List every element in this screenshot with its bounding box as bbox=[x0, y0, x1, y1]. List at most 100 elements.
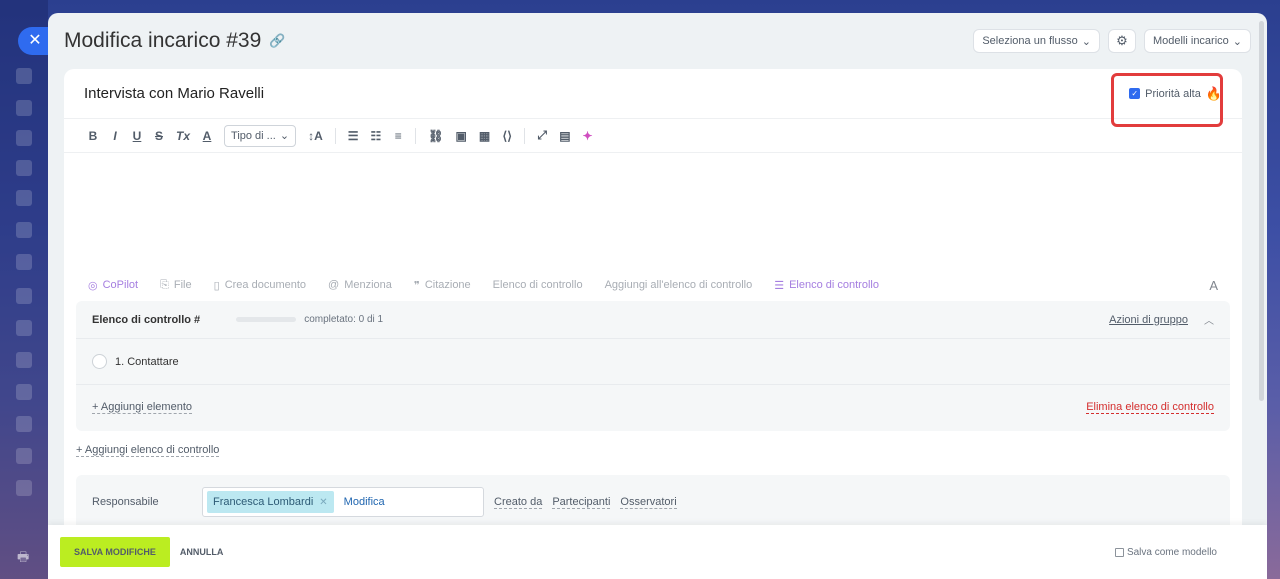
gear-icon: ⚙ bbox=[1116, 33, 1128, 48]
task-edit-slider: Modifica incarico #39 🔗 Seleziona un flu… bbox=[48, 13, 1267, 579]
app-icon[interactable] bbox=[16, 160, 32, 176]
font-type-value: Tipo di ... bbox=[231, 129, 276, 142]
numbered-list-icon[interactable]: ☰ bbox=[348, 129, 359, 143]
menu-icon[interactable] bbox=[16, 68, 32, 84]
bold-button[interactable]: B bbox=[88, 129, 98, 143]
quote-icon: ❞ bbox=[413, 279, 420, 292]
participants-link[interactable]: Partecipanti bbox=[552, 496, 611, 509]
save-as-template-toggle[interactable]: Salva come modello bbox=[1114, 546, 1217, 558]
scrollbar[interactable] bbox=[1259, 21, 1264, 401]
bullet-list-icon[interactable]: ☷ bbox=[371, 129, 382, 143]
clear-format-button[interactable]: Tx bbox=[176, 129, 190, 143]
link-icon[interactable]: 🔗 bbox=[269, 33, 285, 49]
copilot-image-icon[interactable]: ✦ bbox=[583, 129, 593, 143]
image-icon[interactable]: ▣ bbox=[456, 129, 467, 143]
app-icon[interactable] bbox=[16, 288, 32, 304]
flow-select[interactable]: Seleziona un flusso ⌄ bbox=[973, 29, 1100, 53]
app-icon[interactable] bbox=[16, 130, 32, 146]
chevron-up-icon[interactable]: ︿ bbox=[1204, 312, 1214, 327]
checklist-footer: + Aggiungi elemento Elimina elenco di co… bbox=[76, 385, 1230, 429]
file-button[interactable]: ⎘ File bbox=[160, 279, 192, 292]
priority-toggle[interactable]: ✓ Priorità alta 🔥 bbox=[1111, 72, 1224, 127]
strikethrough-button[interactable]: S bbox=[154, 129, 164, 143]
responsible-field[interactable]: Francesca Lombardi ✕ Modifica bbox=[202, 487, 484, 517]
checklist-active-label: Elenco di controllo bbox=[789, 279, 879, 291]
app-icon[interactable] bbox=[16, 100, 32, 116]
settings-button[interactable]: ⚙ bbox=[1107, 29, 1136, 53]
close-icon[interactable]: ✕ bbox=[319, 497, 327, 508]
description-editor[interactable] bbox=[64, 153, 1242, 269]
font-toggle-button[interactable]: A bbox=[1209, 278, 1218, 293]
quote-label: Citazione bbox=[424, 279, 471, 291]
checklist-active-button[interactable]: ☰ Elenco di controllo bbox=[774, 279, 879, 292]
align-icon[interactable]: ≡ bbox=[393, 129, 403, 143]
annotation-highlight bbox=[1111, 72, 1224, 127]
observers-link[interactable]: Osservatori bbox=[620, 496, 677, 509]
responsible-label: Responsabile bbox=[92, 496, 159, 508]
add-to-checklist-button[interactable]: Aggiungi all'elenco di controllo bbox=[605, 279, 753, 291]
mention-button[interactable]: @ Menziona bbox=[328, 279, 392, 291]
checklist-title[interactable]: Elenco di controllo # bbox=[92, 314, 200, 326]
app-icon[interactable] bbox=[16, 448, 32, 464]
group-actions-link[interactable]: Azioni di gruppo bbox=[1109, 314, 1188, 326]
responsible-name: Francesca Lombardi bbox=[213, 496, 314, 508]
people-role-links: Creato da Partecipanti Osservatori bbox=[494, 496, 677, 509]
app-icon[interactable] bbox=[16, 254, 32, 270]
copilot-label: CoPilot bbox=[102, 279, 139, 291]
cancel-button[interactable]: ANNULLA bbox=[180, 547, 224, 557]
code-icon[interactable]: ⟨⟩ bbox=[502, 129, 512, 143]
text-color-button[interactable]: A bbox=[202, 129, 212, 143]
delete-checklist-link[interactable]: Elimina elenco di controllo bbox=[1086, 401, 1214, 414]
checklist-item[interactable]: 1. Contattare bbox=[76, 339, 1230, 385]
file-label: File bbox=[173, 279, 192, 291]
save-template-checkbox[interactable] bbox=[1114, 547, 1124, 557]
add-checklist-link[interactable]: + Aggiungi elenco di controllo bbox=[76, 444, 220, 457]
printer-icon[interactable]: 🖶 bbox=[17, 548, 29, 570]
bbcode-icon[interactable]: ▤ bbox=[559, 129, 570, 143]
chevron-down-icon: ⌄ bbox=[279, 130, 290, 142]
app-icon[interactable] bbox=[16, 320, 32, 336]
checklist-header: Elenco di controllo # completato: 0 di 1… bbox=[76, 301, 1230, 339]
link-icon[interactable]: ⛓ bbox=[428, 129, 443, 143]
slider-header: Modifica incarico #39 🔗 Seleziona un flu… bbox=[48, 13, 1267, 69]
people-section: Responsabile Francesca Lombardi ✕ Modifi… bbox=[76, 475, 1230, 529]
font-type-select[interactable]: Tipo di ... ⌄ bbox=[224, 124, 297, 147]
left-rail bbox=[0, 0, 48, 579]
save-button[interactable]: SALVA MODIFICHE bbox=[60, 537, 170, 567]
chevron-down-icon: ⌄ bbox=[1232, 35, 1242, 48]
task-title-input[interactable]: Intervista con Mario Ravelli bbox=[84, 85, 264, 102]
create-doc-button[interactable]: ▯ Crea documento bbox=[214, 279, 306, 292]
app-icon[interactable] bbox=[16, 384, 32, 400]
close-slider-button[interactable]: ✕ bbox=[18, 27, 48, 55]
app-icon[interactable] bbox=[16, 416, 32, 432]
checklist-item-checkbox[interactable] bbox=[92, 354, 107, 369]
underline-button[interactable]: U bbox=[132, 129, 142, 143]
create-doc-label: Crea documento bbox=[224, 279, 307, 291]
at-icon: @ bbox=[328, 279, 340, 291]
app-icon[interactable] bbox=[16, 190, 32, 206]
fullscreen-icon[interactable]: ⤢ bbox=[537, 128, 547, 143]
checklist-progress-bar bbox=[236, 317, 297, 322]
app-icon[interactable] bbox=[16, 480, 32, 496]
checklist-panel: Elenco di controllo # completato: 0 di 1… bbox=[76, 301, 1230, 431]
table-icon[interactable]: ▦ bbox=[479, 129, 490, 143]
toolbar-divider bbox=[334, 127, 336, 144]
quote-button[interactable]: ❞ Citazione bbox=[414, 279, 471, 292]
page-title: Modifica incarico #39 bbox=[64, 29, 262, 52]
created-by-link[interactable]: Creato da bbox=[494, 496, 543, 509]
checklist-progress-text: completato: 0 di 1 bbox=[304, 314, 384, 325]
task-form: Intervista con Mario Ravelli ✓ Priorità … bbox=[64, 69, 1242, 529]
app-icon[interactable] bbox=[16, 352, 32, 368]
checklist-button[interactable]: Elenco di controllo bbox=[493, 279, 583, 291]
save-template-label: Salva come modello bbox=[1126, 546, 1217, 558]
document-icon: ▯ bbox=[213, 279, 220, 292]
add-item-link[interactable]: + Aggiungi elemento bbox=[92, 401, 192, 414]
edit-responsible-link[interactable]: Modifica bbox=[344, 496, 385, 508]
app-icon[interactable] bbox=[16, 222, 32, 238]
chevron-down-icon: ⌄ bbox=[1081, 35, 1091, 48]
copilot-button[interactable]: ◎ CoPilot bbox=[88, 279, 138, 292]
checklist-icon: ☰ bbox=[774, 279, 785, 292]
font-size-button[interactable]: ↕A bbox=[308, 129, 323, 143]
italic-button[interactable]: I bbox=[110, 129, 120, 143]
templates-button[interactable]: Modelli incarico ⌄ bbox=[1143, 29, 1251, 53]
